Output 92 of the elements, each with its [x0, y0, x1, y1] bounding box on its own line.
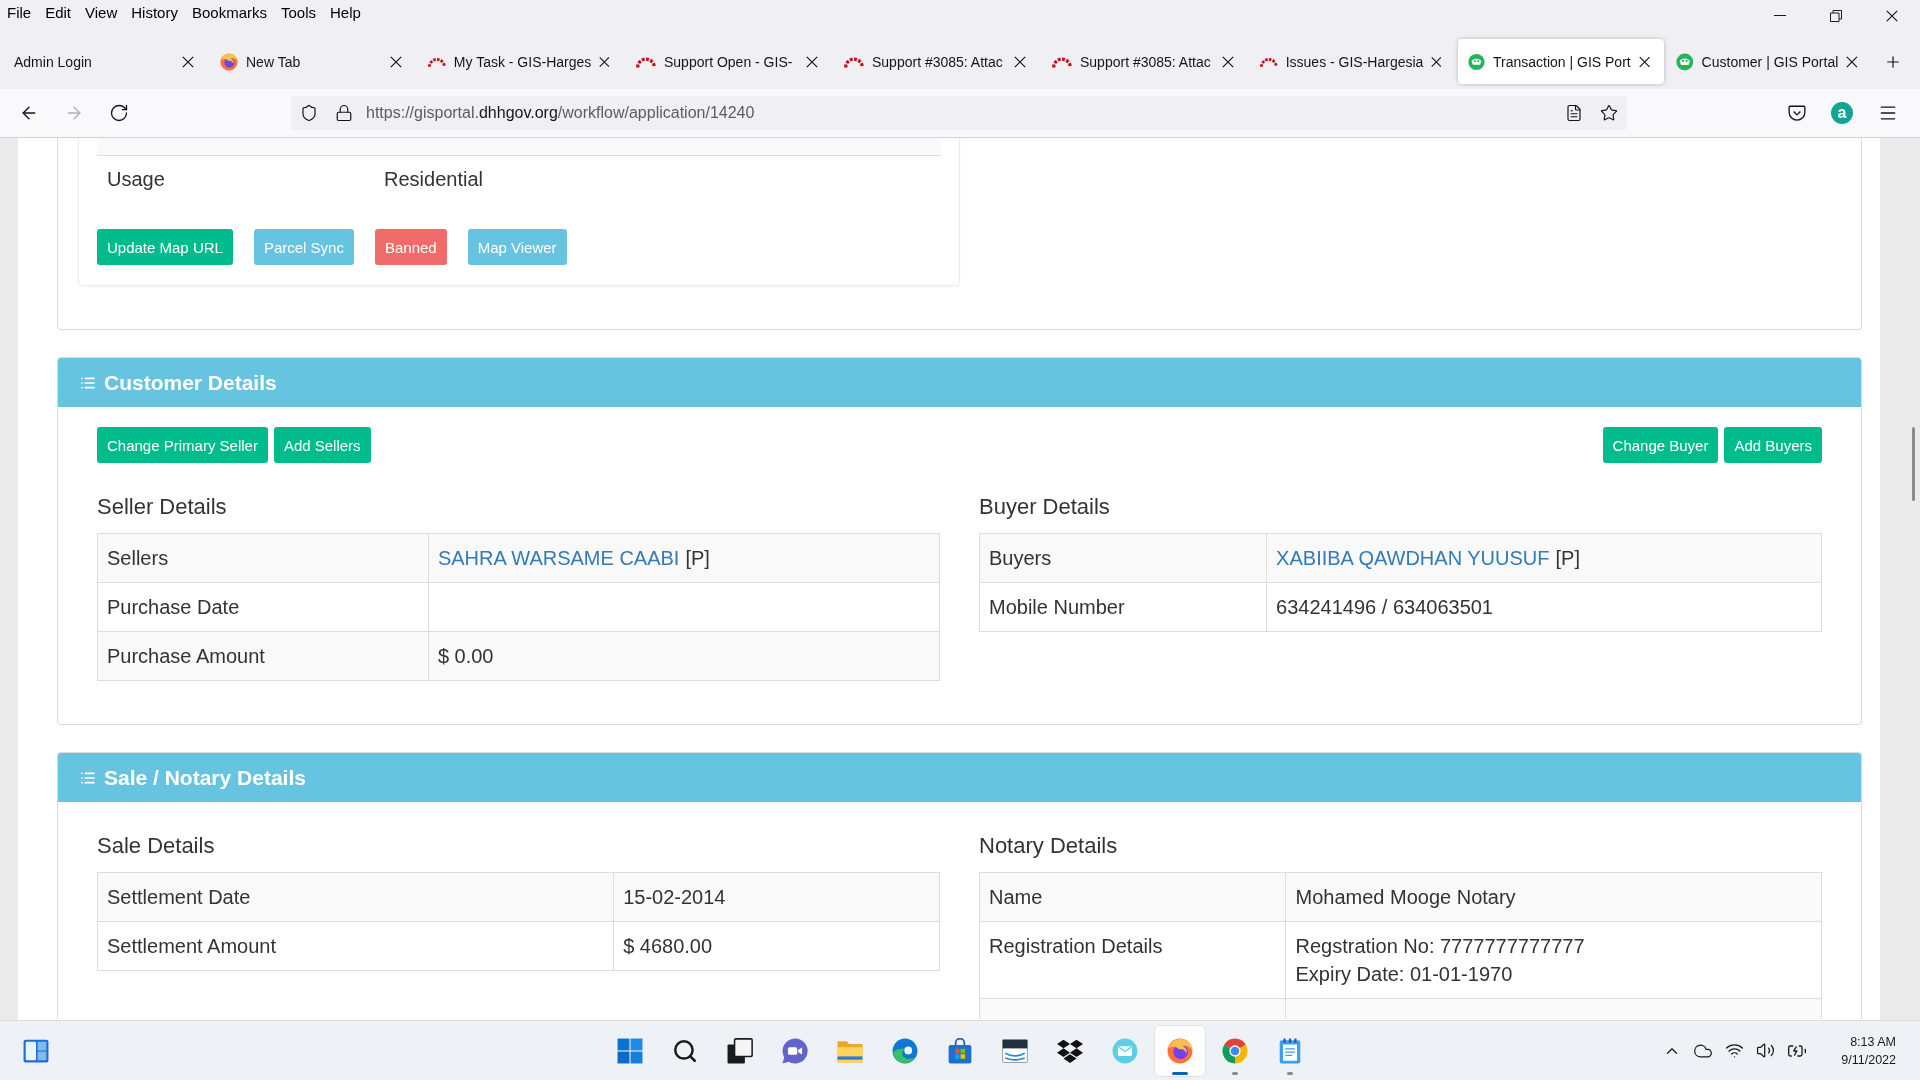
table-cell: Settlement Date [97, 872, 614, 922]
browser-tab[interactable]: Issues - GIS-Hargesia [1250, 39, 1456, 84]
menu-item[interactable]: Tools [274, 3, 323, 23]
table-cell: Purchase Date [97, 582, 429, 632]
table-cell: Regstration No: 7777777777777 Expiry Date: 01-01-1970 [1286, 921, 1822, 999]
customer-link[interactable]: SAHRA WARSAME CAABI [437, 547, 680, 569]
menu-item[interactable]: History [124, 3, 185, 23]
close-icon[interactable] [1222, 55, 1234, 68]
restore-icon[interactable] [1830, 10, 1842, 22]
role-label: [P] [1555, 547, 1580, 569]
emblem-icon [1676, 52, 1694, 71]
running-indicator [1287, 1071, 1293, 1075]
role-label: [P] [685, 547, 710, 569]
close-icon[interactable] [182, 55, 194, 68]
swirl-icon [892, 1037, 918, 1064]
close-icon[interactable] [806, 55, 818, 68]
table-cell: Purchase Amount [97, 631, 429, 681]
table-cell: $ 0.00 [428, 631, 940, 681]
table-cell: Mobile Number [979, 582, 1267, 632]
close-icon[interactable] [1014, 55, 1026, 68]
running-indicator [1232, 1071, 1238, 1075]
menu-item[interactable]: File [0, 3, 39, 23]
arc-icon [636, 55, 656, 68]
notepad-icon [1277, 1037, 1303, 1064]
lock-icon[interactable] [335, 104, 353, 122]
section-heading: Buyer Details [979, 494, 1111, 520]
table-cell: 15-02-2014 [613, 872, 940, 922]
browser-tab[interactable]: Support Open - GIS- [626, 39, 832, 84]
panel-title: Customer Details [104, 370, 277, 395]
envelope-icon [1112, 1037, 1138, 1064]
flame-globe-icon [220, 52, 238, 71]
close-icon[interactable] [1846, 55, 1858, 68]
shopping-bag-icon [947, 1037, 973, 1064]
address-field[interactable]: https://gisportal.dhhgov.org/workflow/application/14240 [291, 96, 1627, 130]
table-cell: Name [979, 872, 1286, 922]
customer-link[interactable]: XABIIBA QAWDHAN YUUSUF [1276, 547, 1550, 569]
tricolor-circle-icon [1222, 1037, 1248, 1064]
emblem-icon [1468, 52, 1485, 71]
package-icon [1002, 1037, 1028, 1064]
clock-time: 8:13 AM [1850, 1033, 1896, 1051]
list-icon [80, 374, 96, 391]
table-cell: Settlement Amount [97, 921, 614, 971]
table-cell: Mohamed Mooge Notary [1286, 872, 1822, 922]
table-cell: 634241496 / 634063501 [1266, 582, 1822, 632]
wifi-icon[interactable] [1725, 1041, 1745, 1060]
pocket-icon[interactable] [1788, 104, 1806, 122]
table-cell: Buyers [979, 533, 1267, 583]
close-icon[interactable] [1638, 55, 1650, 68]
panel-title: Sale / Notary Details [104, 765, 306, 790]
close-icon[interactable] [1886, 10, 1898, 22]
close-icon[interactable] [1431, 55, 1442, 68]
table-cell: Sellers [97, 533, 429, 583]
diamonds-icon [1057, 1037, 1083, 1064]
menu-item[interactable]: Bookmarks [184, 3, 274, 23]
menu-item[interactable]: Edit [38, 3, 79, 23]
list-icon [80, 769, 96, 786]
browser-tab[interactable]: New Tab [210, 39, 416, 84]
running-indicator [1172, 1071, 1188, 1075]
close-icon[interactable] [390, 55, 402, 68]
arc-icon [844, 55, 864, 68]
browser-tab[interactable]: My Task - GIS-Harges [418, 39, 624, 84]
video-chat-icon [782, 1037, 808, 1064]
browser-tab[interactable]: Customer | GIS Portal [1666, 39, 1872, 84]
arc-icon [428, 55, 446, 68]
field-value: Residential [384, 167, 483, 191]
flame-globe-icon [1167, 1037, 1193, 1064]
speaker-icon[interactable] [1756, 1041, 1776, 1060]
browser-tab[interactable]: Support #3085: Attac [1042, 39, 1248, 84]
browser-tab[interactable]: Transaction | GIS Port [1458, 39, 1664, 84]
reload-icon[interactable] [109, 103, 129, 123]
menu-item[interactable]: Help [323, 3, 368, 23]
table-cell: Registration Details [979, 921, 1286, 999]
arc-icon [1052, 55, 1072, 68]
section-heading: Sale Details [97, 833, 216, 859]
stacked-squares-icon [727, 1037, 753, 1064]
menu-item[interactable]: View [78, 3, 125, 23]
browser-tab[interactable]: Admin Login [2, 39, 208, 84]
star-icon[interactable] [1600, 104, 1618, 122]
arc-icon [1260, 55, 1278, 68]
field-label: Usage [106, 167, 166, 191]
widgets-icon[interactable] [23, 1037, 49, 1064]
close-icon[interactable] [599, 55, 610, 68]
four-squares-icon [617, 1037, 643, 1064]
shield-icon[interactable] [300, 104, 318, 122]
scrollbar-thumb[interactable] [1912, 427, 1915, 501]
browser-tab[interactable]: Support #3085: Attac [834, 39, 1040, 84]
document-icon[interactable] [1565, 104, 1583, 122]
table-cell: $ 4680.00 [613, 921, 940, 971]
section-heading: Notary Details [979, 833, 1119, 859]
clock-date: 9/11/2022 [1841, 1051, 1896, 1069]
search-icon [672, 1037, 698, 1064]
section-heading: Seller Details [97, 494, 228, 520]
